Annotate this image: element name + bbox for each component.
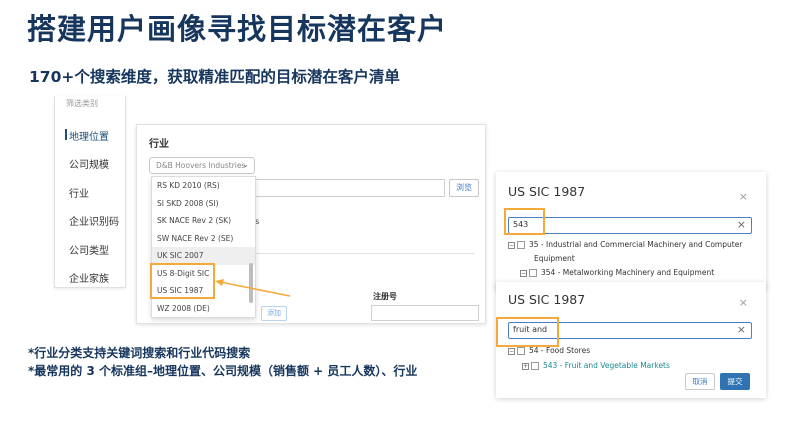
filter-item-corporate-family[interactable]: 企业家族 bbox=[69, 270, 109, 285]
dropdown-option[interactable]: UK SIC 2007 bbox=[152, 247, 255, 265]
dropdown-option[interactable]: SW NACE Rev 2 (SE) bbox=[152, 230, 255, 248]
filter-category-panel: 筛选类别 地理位置 公司规模 行业 企业识别码 公司类型 企业家族 bbox=[54, 96, 126, 288]
note-line-1: *行业分类支持关键词搜索和行业代码搜索 bbox=[28, 346, 251, 360]
cancel-button[interactable]: 取消 bbox=[685, 373, 715, 390]
collapse-icon[interactable]: − bbox=[508, 347, 515, 355]
tree-label: 543 - Fruit and Vegetable Markets bbox=[543, 361, 670, 370]
tree-row[interactable]: − 54 - Food Stores bbox=[508, 346, 590, 355]
expand-icon[interactable]: + bbox=[522, 362, 529, 370]
collapse-icon[interactable]: − bbox=[520, 269, 527, 277]
add-button[interactable]: 添加 bbox=[261, 306, 287, 321]
sic-panel-title: US SIC 1987 bbox=[508, 184, 586, 199]
close-icon[interactable]: × bbox=[739, 190, 748, 203]
filter-item-location[interactable]: 地理位置 bbox=[65, 128, 109, 143]
registration-number-input[interactable] bbox=[371, 305, 479, 321]
note-line-2: *最常用的 3 个标准组–地理位置、公司规模（销售额 + 员工人数）、行业 bbox=[28, 364, 418, 378]
divider bbox=[255, 253, 475, 254]
filter-panel-header: 筛选类别 bbox=[66, 99, 98, 108]
clear-icon[interactable]: × bbox=[737, 218, 746, 231]
checkbox[interactable] bbox=[517, 347, 525, 355]
tree-label: 35 - Industrial and Commercial Machinery… bbox=[529, 240, 743, 249]
checkbox[interactable] bbox=[517, 241, 525, 249]
tree-row[interactable]: +543 - Fruit and Vegetable Markets bbox=[522, 361, 670, 370]
arrow-icon bbox=[215, 279, 291, 297]
tree-label: 354 - Metalworking Machinery and Equipme… bbox=[541, 268, 715, 277]
highlight-box-code-search bbox=[504, 208, 545, 235]
tree-row-continuation: Equipment bbox=[534, 254, 575, 263]
slide-title: 搭建用户画像寻找目标潜在客户 bbox=[27, 12, 448, 46]
filter-item-company-id[interactable]: 企业识别码 bbox=[69, 213, 119, 228]
dropdown-option[interactable]: SI SKD 2008 (SI) bbox=[152, 195, 255, 213]
registration-number-label: 注册号 bbox=[373, 292, 397, 301]
tree-row[interactable]: − 35 - Industrial and Commercial Machiner… bbox=[508, 240, 742, 249]
clear-icon[interactable]: × bbox=[737, 323, 746, 336]
filter-item-industry[interactable]: 行业 bbox=[69, 185, 89, 200]
industry-select-value: D&B Hoovers Industries bbox=[156, 161, 246, 170]
submit-button[interactable]: 提交 bbox=[720, 373, 750, 390]
dropdown-option[interactable]: RS KD 2010 (RS) bbox=[152, 177, 255, 195]
close-icon[interactable]: × bbox=[739, 296, 748, 309]
dropdown-option[interactable]: SK NACE Rev 2 (SK) bbox=[152, 212, 255, 230]
highlight-box-keyword-search bbox=[496, 317, 559, 347]
tree-label: 54 - Food Stores bbox=[529, 346, 591, 355]
filter-item-company-size[interactable]: 公司规模 bbox=[69, 156, 109, 171]
sic-panel-title: US SIC 1987 bbox=[508, 292, 586, 307]
highlight-box-sic-options bbox=[150, 263, 215, 299]
collapse-icon[interactable]: − bbox=[508, 241, 515, 249]
filter-item-company-type[interactable]: 公司类型 bbox=[69, 242, 109, 257]
industry-search-input[interactable] bbox=[255, 179, 445, 197]
industry-classification-select[interactable]: D&B Hoovers Industries ⌄ bbox=[149, 157, 255, 174]
slide-subtitle: 170+个搜索维度，获取精准匹配的目标潜在客户清单 bbox=[29, 68, 400, 86]
tree-row[interactable]: − 354 - Metalworking Machinery and Equipm… bbox=[520, 268, 714, 277]
browse-button[interactable]: 浏览 bbox=[449, 179, 479, 197]
chevron-down-icon: ⌄ bbox=[242, 160, 249, 169]
checkbox[interactable] bbox=[531, 362, 539, 370]
checkbox[interactable] bbox=[529, 269, 537, 277]
industry-label: 行业 bbox=[149, 139, 169, 150]
